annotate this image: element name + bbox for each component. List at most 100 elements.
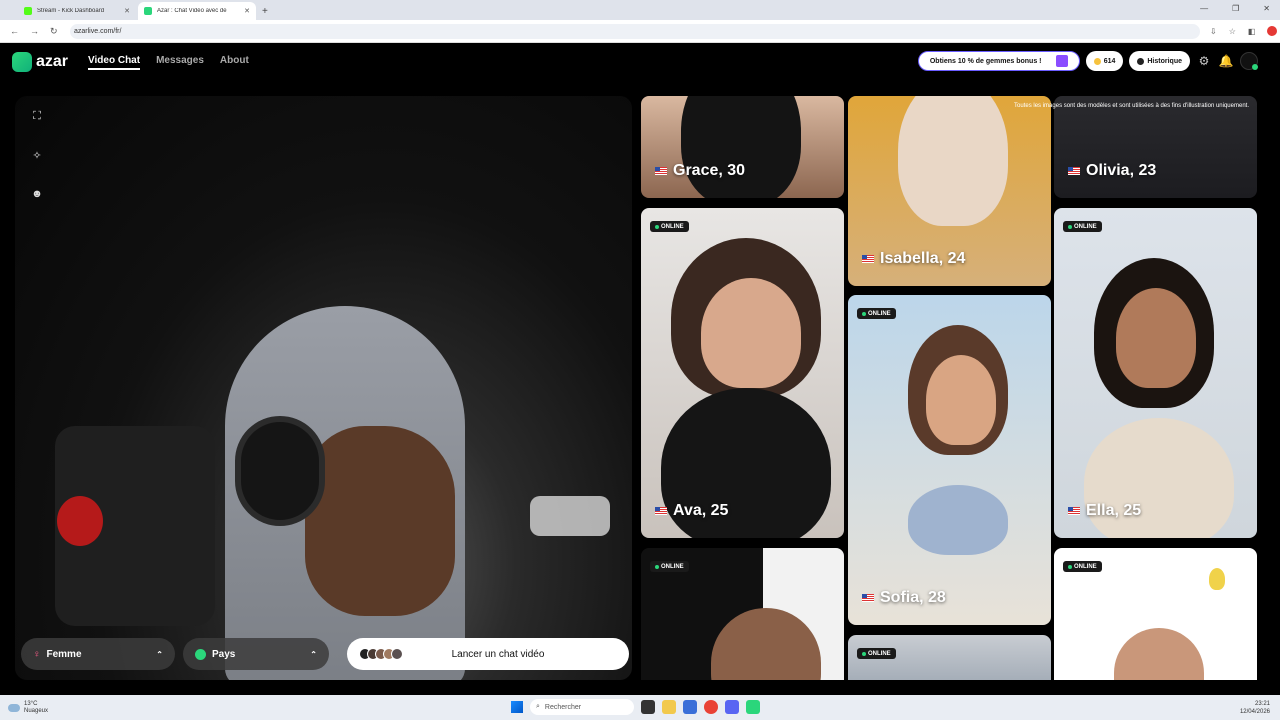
close-icon[interactable]: ✕	[124, 7, 130, 15]
cloud-icon	[8, 703, 20, 712]
profile-card[interactable]: Isabella, 24	[848, 96, 1051, 286]
windows-taskbar: 13°C Nuageux ⌕ Rechercher 23:21 12/04/20…	[0, 695, 1280, 720]
tab-title: Azar : Chat Vidéo avec de	[157, 8, 227, 14]
close-window-icon[interactable]: ✕	[1263, 4, 1270, 13]
bonus-gems-button[interactable]: Obtiens 10 % de gemmes bonus !	[917, 51, 1080, 71]
weather-desc: Nuageux	[24, 707, 49, 714]
profile-avatar[interactable]	[1267, 26, 1278, 36]
profile-photo	[1209, 568, 1225, 590]
tab-kick-dashboard[interactable]: Stream - Kick Dashboard ✕	[18, 2, 136, 20]
minimize-icon[interactable]: —	[1200, 4, 1208, 13]
profile-card[interactable]: Grace, 30	[641, 96, 844, 198]
settings-gear-icon[interactable]: ⚙	[1196, 53, 1212, 69]
profile-card[interactable]: ONLINE Ella, 25	[1054, 208, 1257, 538]
video-tools: ⛶ ✧ ☻	[31, 110, 43, 200]
gems-count: 614	[1103, 57, 1116, 65]
profile-card[interactable]: Olivia, 23	[1054, 96, 1257, 198]
azar-favicon-icon	[144, 7, 152, 15]
install-icon[interactable]: ⇩	[1210, 27, 1217, 36]
profile-card[interactable]: ONLINE Ava, 25	[641, 208, 844, 538]
profile-name: Olivia, 23	[1068, 162, 1156, 180]
browser-toolbar: ← → ↻ azarlive.com/fr/ ⇩ ☆ ◧	[0, 20, 1280, 73]
face-shape	[305, 426, 455, 616]
profile-photo	[711, 608, 821, 680]
streamer-figure	[165, 306, 505, 680]
start-video-chat-button[interactable]: Lancer un chat vidéo	[347, 638, 629, 670]
online-badge: ONLINE	[1063, 561, 1102, 572]
tab-azar[interactable]: Azar : Chat Vidéo avec de ✕	[138, 2, 256, 20]
profile-photo	[701, 278, 801, 388]
profile-card[interactable]: ONLINE	[641, 548, 844, 680]
site-header: azar Video Chat Messages About Obtiens 1…	[0, 43, 1270, 81]
discord-icon[interactable]	[725, 700, 739, 714]
windows-start-icon[interactable]	[511, 701, 523, 713]
system-clock[interactable]: 23:21 12/04/2026	[1240, 700, 1270, 716]
online-badge: ONLINE	[857, 648, 896, 659]
online-badge: ONLINE	[650, 221, 689, 232]
forward-icon[interactable]: →	[30, 26, 40, 36]
chevron-up-icon: ⌃	[156, 649, 163, 659]
profile-photo	[898, 96, 1008, 226]
chrome-icon[interactable]	[704, 700, 718, 714]
avatar-stack	[359, 648, 403, 660]
weather-temp: 13°C	[24, 700, 38, 707]
profile-name: Isabella, 24	[862, 250, 965, 268]
azar-logo-icon	[12, 52, 32, 72]
gender-filter-button[interactable]: ♀ Femme ⌃	[21, 638, 175, 670]
extensions-icon[interactable]: ◧	[1248, 27, 1256, 36]
store-icon[interactable]	[683, 700, 697, 714]
profile-grid: Toutes les images sont des modèles et so…	[641, 96, 1257, 680]
avatar	[391, 648, 403, 660]
profile-name: Ava, 25	[655, 502, 728, 520]
address-bar[interactable]: azarlive.com/fr/	[0, 23, 1200, 73]
profile-photo	[1114, 628, 1204, 680]
face-filter-icon[interactable]: ☻	[31, 188, 43, 200]
azar-app-icon[interactable]	[746, 700, 760, 714]
task-view-icon[interactable]	[641, 700, 655, 714]
gems-balance-button[interactable]: 614	[1085, 51, 1124, 71]
profile-photo	[1084, 418, 1234, 538]
new-tab-icon[interactable]: +	[262, 6, 268, 17]
nav-video-chat[interactable]: Video Chat	[88, 55, 141, 70]
bonus-label: Obtiens 10 % de gemmes bonus !	[929, 57, 1042, 65]
taskbar-search[interactable]: ⌕ Rechercher	[530, 699, 634, 715]
user-avatar[interactable]	[1240, 52, 1258, 70]
profile-card[interactable]: ONLINE	[848, 635, 1051, 680]
clock-date: 12/04/2026	[1239, 709, 1270, 715]
us-flag-icon	[655, 167, 667, 175]
nav-about[interactable]: About	[220, 55, 249, 70]
profile-card[interactable]: ONLINE	[1054, 548, 1257, 680]
back-icon[interactable]: ←	[10, 26, 20, 36]
window-controls: — ❐ ✕	[1200, 4, 1270, 13]
nav-messages[interactable]: Messages	[156, 55, 204, 70]
illustration-disclaimer: Toutes les images sont des modèles et so…	[1014, 103, 1249, 109]
profile-card[interactable]: ONLINE Sofia, 28	[848, 295, 1051, 625]
plastic-bag-shape	[530, 496, 610, 536]
azar-page: azar Video Chat Messages About Obtiens 1…	[0, 43, 1270, 695]
online-badge: ONLINE	[857, 308, 896, 319]
profile-name: Grace, 30	[655, 162, 745, 180]
azar-logo[interactable]: azar	[12, 52, 68, 72]
history-button[interactable]: Historique	[1129, 51, 1190, 71]
browser-tabbar: Stream - Kick Dashboard ✕ Azar : Chat Vi…	[0, 0, 1280, 20]
country-filter-button[interactable]: Pays ⌃	[183, 638, 329, 670]
online-badge: ONLINE	[1063, 221, 1102, 232]
notification-bell-icon[interactable]: 🔔	[1218, 53, 1234, 69]
profile-photo	[926, 355, 996, 445]
magic-wand-effects-icon[interactable]: ✧	[31, 149, 43, 162]
close-icon[interactable]: ✕	[244, 7, 250, 15]
file-explorer-icon[interactable]	[662, 700, 676, 714]
weather-widget[interactable]: 13°C Nuageux	[8, 701, 48, 715]
restore-icon[interactable]: ❐	[1232, 4, 1239, 13]
self-camera-video: ⛶ ✧ ☻ ♀ Femme ⌃ Pays ⌃ Lancer un chat vi…	[15, 96, 632, 680]
fullscreen-icon[interactable]: ⛶	[31, 110, 43, 123]
tab-title: Stream - Kick Dashboard	[37, 8, 105, 14]
profile-name: Sofia, 28	[862, 589, 946, 607]
online-badge: ONLINE	[650, 561, 689, 572]
bookmark-star-icon[interactable]: ☆	[1229, 27, 1236, 36]
reload-icon[interactable]: ↻	[50, 26, 60, 37]
headphones-icon	[235, 416, 325, 526]
logo-text: azar	[36, 53, 69, 70]
red-helmet-shape	[57, 496, 103, 546]
profile-name: Ella, 25	[1068, 502, 1141, 520]
